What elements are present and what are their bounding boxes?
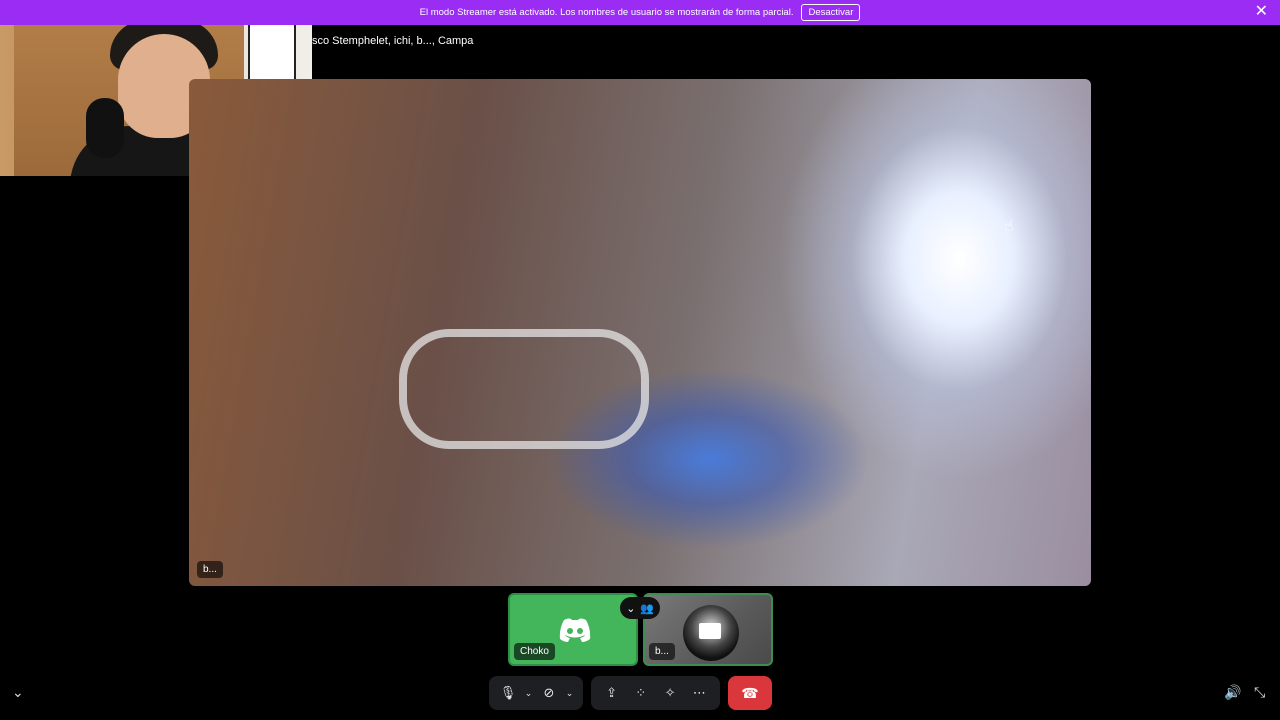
participant-tile-b[interactable]: b...	[643, 593, 773, 666]
hangup-icon: ☎	[741, 684, 759, 701]
discord-logo-icon	[559, 618, 591, 642]
pointer-cursor-icon: ☝	[1004, 218, 1014, 235]
main-video-name-tag: b...	[197, 561, 223, 578]
deactivate-streamer-button[interactable]: Desactivar	[801, 4, 861, 21]
call-actions-controls: ⇪ ⁘ ✧ ⋯	[591, 676, 720, 710]
main-video-stream[interactable]: ☝ b...	[189, 79, 1091, 586]
tile-collapse-control[interactable]: ⌄ 👥	[620, 597, 660, 619]
close-icon[interactable]: ✕	[1255, 4, 1268, 20]
webcam-microphone	[86, 98, 124, 158]
soundboard-icon[interactable]: ✧	[658, 679, 683, 707]
participant-tile-choko[interactable]: Choko	[508, 593, 638, 666]
expand-chevron-icon[interactable]: ⌄	[12, 684, 24, 701]
participants-icon[interactable]: 👥	[640, 602, 654, 615]
mic-options-chevron-icon[interactable]: ⌄	[523, 679, 534, 707]
camera-off-icon[interactable]: ⊘	[538, 679, 560, 707]
volume-icon[interactable]: 🔊	[1224, 684, 1241, 701]
tile-name-tag: b...	[649, 643, 675, 660]
call-participants-header: sco Stemphelet, ichi, b..., Campa	[312, 35, 474, 47]
streamer-mode-text: El modo Streamer está activado. Los nomb…	[419, 7, 794, 18]
camera-options-chevron-icon[interactable]: ⌄	[564, 679, 575, 707]
video-goggles	[399, 329, 649, 449]
more-options-icon[interactable]: ⋯	[687, 679, 712, 707]
fullscreen-exit-icon[interactable]: ⤡	[1254, 684, 1265, 701]
tile-name-tag: Choko	[514, 643, 555, 660]
microphone-icon[interactable]: 🎙	[497, 679, 519, 707]
screen-share-icon[interactable]: ⇪	[599, 679, 624, 707]
activities-icon[interactable]: ⁘	[628, 679, 653, 707]
streamer-mode-banner: El modo Streamer está activado. Los nomb…	[0, 0, 1280, 25]
camera-icon	[699, 623, 721, 639]
disconnect-button[interactable]: ☎	[728, 676, 772, 710]
voice-video-controls: 🎙 ⌄ ⊘ ⌄	[489, 676, 583, 710]
chevron-down-icon[interactable]: ⌄	[626, 602, 635, 615]
